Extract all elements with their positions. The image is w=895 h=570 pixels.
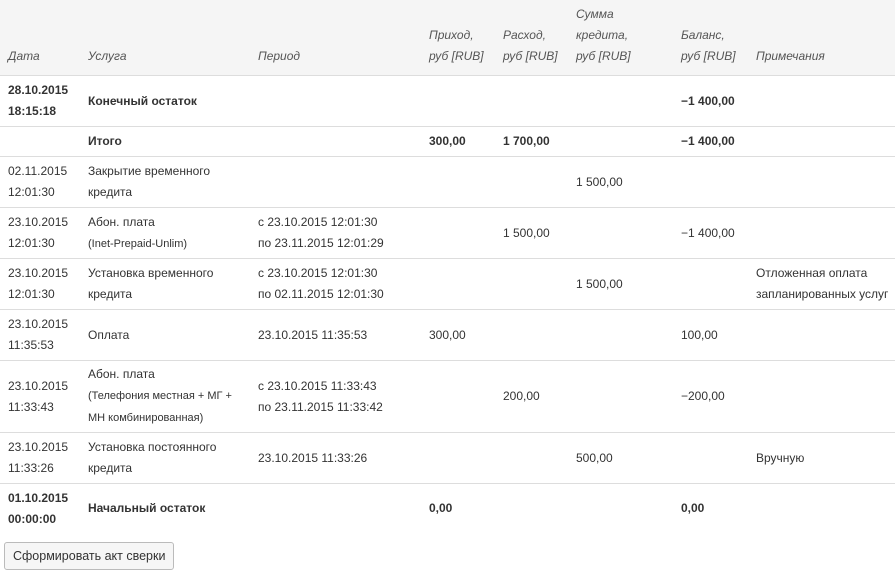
cell-period: 23.10.2015 11:35:53 [250, 309, 421, 361]
cell-income [421, 207, 495, 259]
cell-income: 0,00 [421, 483, 495, 534]
cell-service: Установка постоянного кредита [80, 432, 250, 484]
cell-period [250, 156, 421, 208]
cell-notes: Отложенная оплата запланированных услуг [748, 258, 895, 310]
col-notes[interactable]: Примечания [748, 0, 895, 76]
cell-expense [495, 483, 568, 534]
cell-income: 300,00 [421, 126, 495, 157]
cell-date: 28.10.2015 18:15:18 [0, 75, 80, 127]
cell-income [421, 258, 495, 310]
col-expense[interactable]: Расход, руб [RUB] [495, 0, 568, 76]
service-detail: (Inet-Prepaid-Unlim) [88, 237, 188, 250]
cell-credit [568, 207, 673, 259]
cell-balance [673, 432, 748, 484]
cell-date: 01.10.2015 00:00:00 [0, 483, 80, 534]
col-date[interactable]: Дата [0, 0, 80, 76]
cell-balance: 0,00 [673, 483, 748, 534]
cell-income [421, 75, 495, 127]
cell-service: Конечный остаток [80, 75, 250, 127]
row-opening-balance: 01.10.2015 00:00:00 Начальный остаток 0,0… [0, 483, 895, 534]
cell-credit: 500,00 [568, 432, 673, 484]
cell-service: Начальный остаток [80, 483, 250, 534]
cell-expense: 200,00 [495, 360, 568, 433]
cell-expense [495, 432, 568, 484]
cell-notes [748, 483, 895, 534]
col-service[interactable]: Услуга [80, 0, 250, 76]
cell-balance: −1 400,00 [673, 126, 748, 157]
cell-notes [748, 360, 895, 433]
table-row: 02.11.2015 12:01:30 Закрытие временного кр… [0, 156, 895, 208]
header-row: Дата Услуга Период Приход, руб [RUB] Расх… [0, 0, 895, 76]
cell-period: с 23.10.2015 12:01:30 по 02.11.2015 12:01… [250, 258, 421, 310]
cell-balance: −200,00 [673, 360, 748, 433]
table-row: 23.10.2015 12:01:30 Абон. плата (Inet-Prep… [0, 207, 895, 259]
cell-date: 23.10.2015 12:01:30 [0, 258, 80, 310]
table-row: 23.10.2015 11:35:53 Оплата 23.10.2015 11:… [0, 309, 895, 361]
cell-expense: 1 700,00 [495, 126, 568, 157]
cell-date: 23.10.2015 11:33:43 [0, 360, 80, 433]
cell-income [421, 360, 495, 433]
cell-expense [495, 309, 568, 361]
cell-expense [495, 258, 568, 310]
col-income[interactable]: Приход, руб [RUB] [421, 0, 495, 76]
cell-income [421, 156, 495, 208]
col-period[interactable]: Период [250, 0, 421, 76]
cell-credit [568, 483, 673, 534]
cell-expense [495, 75, 568, 127]
cell-service: Закрытие временного кредита [80, 156, 250, 208]
actions-bar: Сформировать акт сверки [0, 534, 895, 570]
cell-credit: 1 500,00 [568, 258, 673, 310]
cell-balance: 100,00 [673, 309, 748, 361]
cell-service: Абон. плата (Телефония местная + МГ + МН к… [80, 360, 250, 433]
cell-notes [748, 75, 895, 127]
cell-date: 23.10.2015 12:01:30 [0, 207, 80, 259]
col-credit[interactable]: Сумма кредита, руб [RUB] [568, 0, 673, 76]
cell-balance: −1 400,00 [673, 75, 748, 127]
col-balance[interactable]: Баланс, руб [RUB] [673, 0, 748, 76]
cell-credit [568, 309, 673, 361]
cell-notes [748, 126, 895, 157]
cell-period [250, 483, 421, 534]
row-total: Итого 300,00 1 700,00 −1 400,00 [0, 126, 895, 157]
cell-period: с 23.10.2015 11:33:43 по 23.11.2015 11:33… [250, 360, 421, 433]
table-row: 23.10.2015 12:01:30 Установка временного к… [0, 258, 895, 310]
cell-balance [673, 156, 748, 208]
cell-service: Установка временного кредита [80, 258, 250, 310]
statement-table: Дата Услуга Период Приход, руб [RUB] Расх… [0, 0, 895, 534]
cell-notes [748, 309, 895, 361]
cell-notes [748, 156, 895, 208]
cell-expense: 1 500,00 [495, 207, 568, 259]
cell-notes: Вручную [748, 432, 895, 484]
service-detail: (Телефония местная + МГ + [88, 390, 232, 402]
cell-credit: 1 500,00 [568, 156, 673, 208]
cell-period: с 23.10.2015 12:01:30 по 23.11.2015 12:01… [250, 207, 421, 259]
cell-expense [495, 156, 568, 208]
cell-date: 23.10.2015 11:33:26 [0, 432, 80, 484]
cell-notes [748, 207, 895, 259]
table-row: 23.10.2015 11:33:26 Установка постоянного… [0, 432, 895, 484]
cell-credit [568, 360, 673, 433]
service-detail: МН комбинированная) [88, 412, 204, 424]
generate-reconciliation-button[interactable]: Сформировать акт сверки [4, 541, 175, 570]
cell-balance [673, 258, 748, 310]
row-final-balance: 28.10.2015 18:15:18 Конечный остаток −1 4… [0, 75, 895, 127]
cell-service: Абон. плата (Inet-Prepaid-Unlim) [80, 207, 250, 259]
cell-period [250, 126, 421, 157]
cell-service: Оплата [80, 309, 250, 361]
cell-balance: −1 400,00 [673, 207, 748, 259]
table-body: 28.10.2015 18:15:18 Конечный остаток −1 4… [0, 75, 895, 534]
cell-period: 23.10.2015 11:33:26 [250, 432, 421, 484]
cell-service: Итого [80, 126, 250, 157]
cell-credit [568, 126, 673, 157]
cell-income: 300,00 [421, 309, 495, 361]
cell-period [250, 75, 421, 127]
cell-income [421, 432, 495, 484]
table-row: 23.10.2015 11:33:43 Абон. плата (Телефония… [0, 360, 895, 433]
cell-date: 23.10.2015 11:35:53 [0, 309, 80, 361]
cell-credit [568, 75, 673, 127]
cell-date: 02.11.2015 12:01:30 [0, 156, 80, 208]
cell-date [0, 126, 80, 157]
